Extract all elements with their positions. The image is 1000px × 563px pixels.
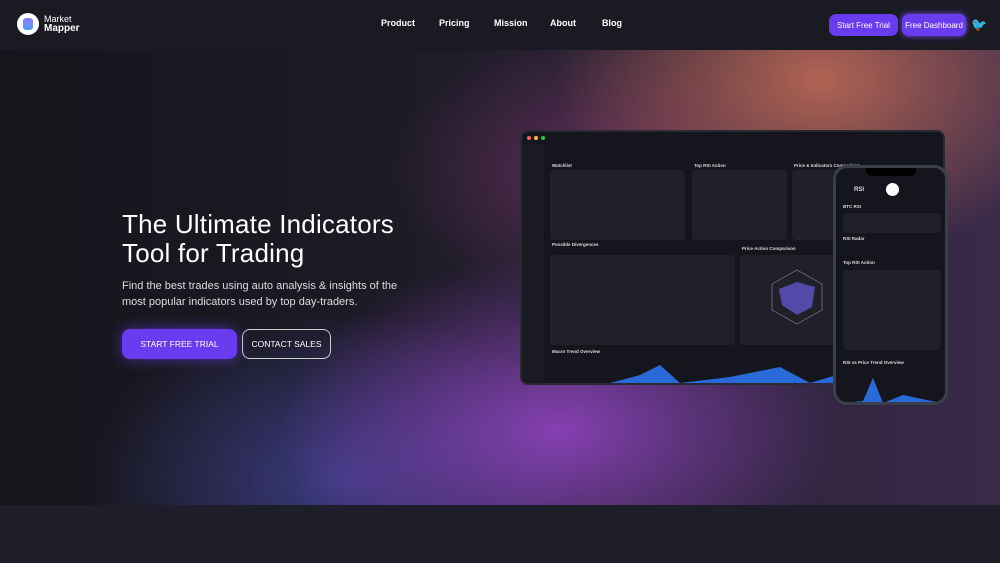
twitter-icon[interactable]: 🐦 [971, 17, 987, 33]
phone-rsi-radar: RSI Radar [843, 236, 865, 241]
nav-product[interactable]: Product [381, 18, 415, 28]
logo-icon [17, 13, 39, 35]
hero-title: The Ultimate Indicators Tool for Trading [122, 209, 394, 268]
panel-price-action: Price Action Comparison [742, 246, 796, 251]
dashboard-screenshot-phone: RSI BTC RSI RSI Radar Top RSI Action RSI… [833, 165, 948, 405]
nav-blog[interactable]: Blog [602, 18, 622, 28]
brand-line2: Mapper [44, 23, 80, 34]
phone-btc-rsi: BTC RSI [843, 204, 861, 209]
nav-pricing[interactable]: Pricing [439, 18, 470, 28]
phone-top-rsi: Top RSI Action [843, 260, 875, 265]
next-section [0, 505, 1000, 563]
panel-top-rsi: Top RSI Action [694, 163, 726, 168]
panel-divergences: Possible Divergences [552, 242, 599, 247]
panel-watchlist: Watchlist [552, 163, 572, 168]
nav-mission[interactable]: Mission [494, 18, 528, 28]
phone-logo-icon [886, 183, 899, 196]
contact-sales-button[interactable]: CONTACT SALES [242, 329, 331, 359]
hero-subtitle: Find the best trades using auto analysis… [122, 280, 398, 308]
start-free-trial-cta[interactable]: START FREE TRIAL [122, 329, 237, 359]
logo[interactable]: Market Mapper [17, 13, 80, 35]
top-nav-bar: Market Mapper Product Pricing Mission Abo… [0, 0, 1000, 50]
phone-trend-chart [853, 378, 937, 402]
start-free-trial-button[interactable]: Start Free Trial [829, 14, 898, 36]
nav-about[interactable]: About [550, 18, 576, 28]
phone-title: RSI [854, 187, 865, 193]
free-dashboard-button[interactable]: Free Dashboard [902, 14, 966, 36]
panel-macro-trend: Macro Trend Overview [552, 349, 601, 354]
phone-rsi-vs-price: RSI vs Price Trend Overview [843, 360, 904, 365]
dashboard-sidebar [522, 144, 544, 383]
radar-chart [771, 269, 823, 325]
